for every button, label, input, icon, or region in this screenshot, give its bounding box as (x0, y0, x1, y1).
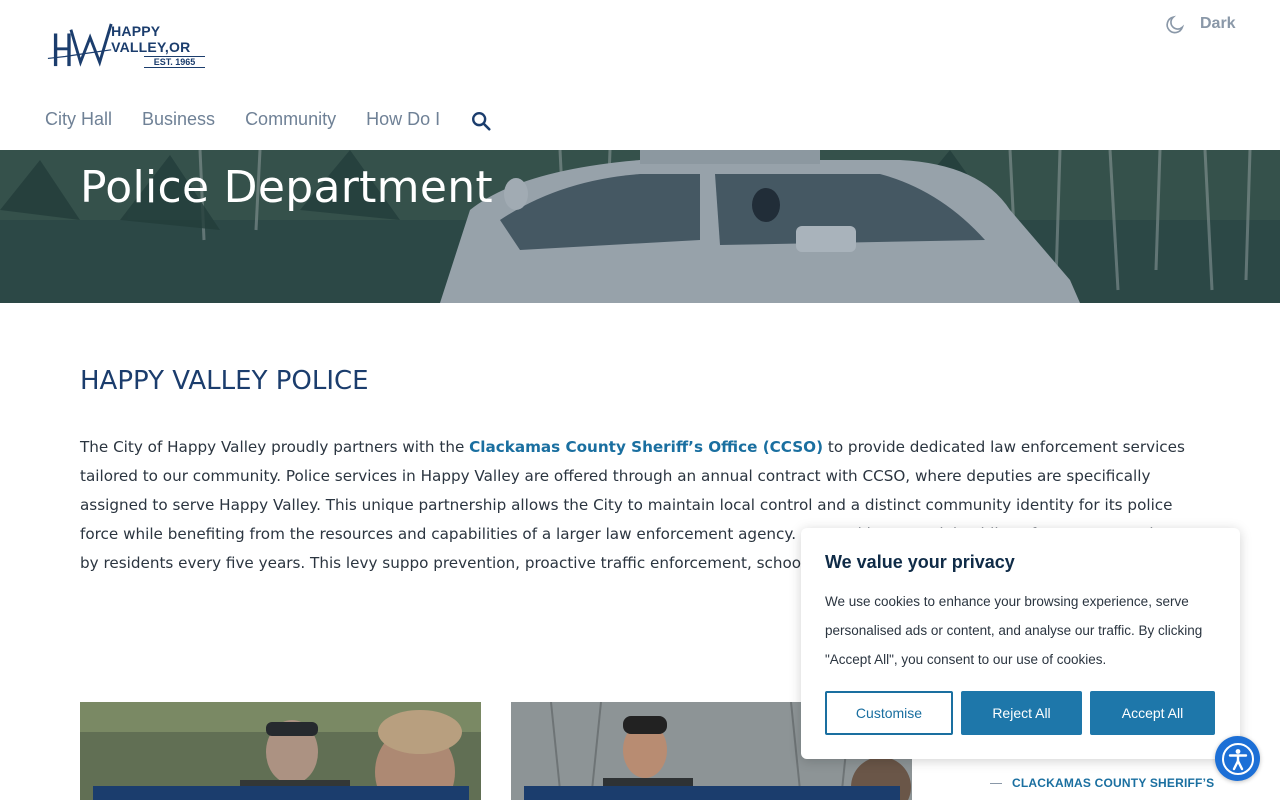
nav-business[interactable]: Business (142, 109, 215, 130)
card-caption-bar (93, 786, 469, 800)
deputy-photo-card[interactable] (80, 702, 481, 800)
card-caption-bar (524, 786, 900, 800)
dark-mode-label: Dark (1200, 15, 1236, 32)
nav-community[interactable]: Community (245, 109, 336, 130)
accessibility-icon (1221, 742, 1254, 775)
nav-how-do-i[interactable]: How Do I (366, 109, 440, 130)
cookie-title: We value your privacy (825, 552, 1015, 572)
paragraph-text-start: The City of Happy Valley proudly partner… (80, 438, 470, 456)
happy-valley-logo-mark (47, 23, 113, 67)
reject-all-button[interactable]: Reject All (961, 691, 1082, 735)
accept-all-button[interactable]: Accept All (1090, 691, 1215, 735)
site-header: HAPPY VALLEY,OR EST. 1965 Dark City Hall… (0, 0, 1280, 150)
logo-name: HAPPY VALLEY,OR (111, 22, 191, 55)
dark-mode-toggle[interactable]: Dark (1164, 12, 1236, 36)
cookie-description: We use cookies to enhance your browsing … (825, 594, 1203, 667)
logo-established: EST. 1965 (143, 55, 206, 68)
customise-button[interactable]: Customise (825, 691, 953, 735)
nav-city-hall[interactable]: City Hall (45, 109, 112, 130)
accessibility-button[interactable] (1215, 736, 1260, 781)
dash-marker (990, 782, 1002, 784)
moon-icon (1166, 15, 1185, 34)
hero-banner: Police Department (0, 150, 1280, 303)
cookie-consent-dialog: We value your privacy We use cookies to … (801, 528, 1240, 759)
page-title: Police Department (80, 162, 493, 213)
search-icon[interactable] (470, 110, 492, 132)
sidebar-link-ccso[interactable]: CLACKAMAS COUNTY SHERIFF’S (990, 776, 1214, 790)
section-title: HAPPY VALLEY POLICE (80, 366, 369, 396)
site-logo[interactable]: HAPPY VALLEY,OR EST. 1965 (46, 20, 238, 70)
sidebar-link-label: CLACKAMAS COUNTY SHERIFF’S (1012, 776, 1215, 790)
ccso-link[interactable]: Clackamas County Sheriff’s Office (CCSO) (469, 438, 823, 456)
main-nav: City Hall Business Community How Do I (45, 106, 492, 132)
